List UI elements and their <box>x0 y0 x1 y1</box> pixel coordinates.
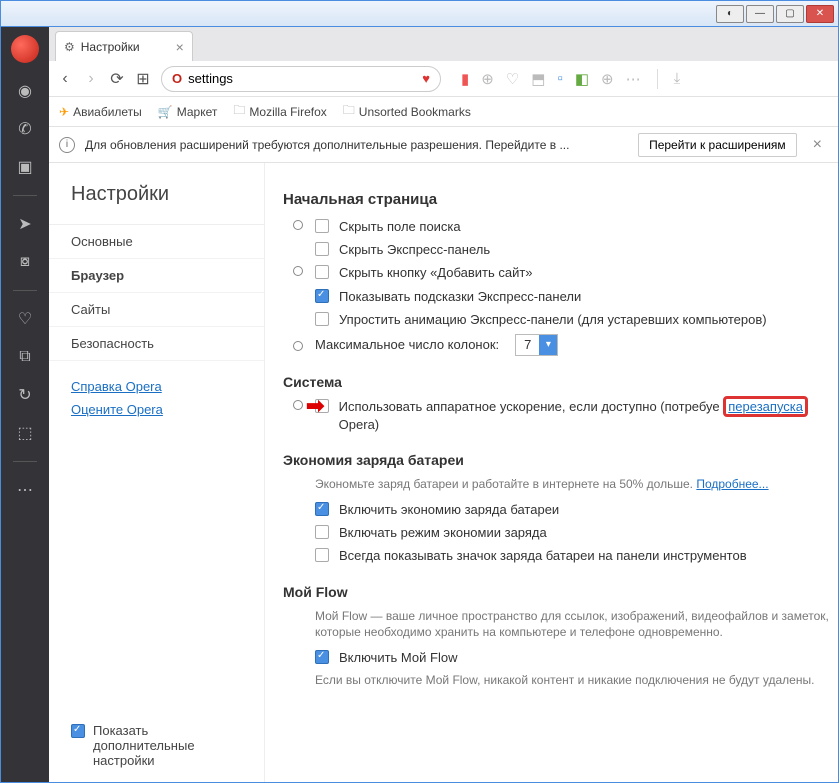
left-rail: ◉ ✆ ▣ ➤ ⧇ ♡ ⧉ ↻ ⬚ ⋯ <box>1 27 49 782</box>
help-link[interactable]: Справка Opera <box>71 379 242 394</box>
ext-icon-2[interactable]: ⊕ <box>481 70 494 88</box>
opera-o-icon: O <box>172 71 182 86</box>
goto-extensions-button[interactable]: Перейти к расширениям <box>638 133 797 157</box>
messenger-icon[interactable]: ◉ <box>15 81 35 101</box>
ext-icon-6[interactable]: ◧ <box>575 70 589 88</box>
camera-icon[interactable]: ⧇ <box>15 252 35 272</box>
toolbar-extensions: ▮ ⊕ ♡ ⬒ ▫ ◧ ⊕ ⋯ ⤓ <box>461 69 680 89</box>
address-input-wrapper[interactable]: O ♥ <box>161 66 441 92</box>
tab-settings[interactable]: ⚙ Настройки × <box>55 31 193 61</box>
info-icon: i <box>59 137 75 153</box>
address-input[interactable] <box>188 71 416 86</box>
extensions-icon[interactable]: ⬚ <box>15 423 35 443</box>
flow-desc: Мой Flow — ваше личное пространство для … <box>315 608 838 642</box>
folder-icon: 🗀 <box>233 101 245 122</box>
notice-close-icon[interactable]: × <box>807 136 828 154</box>
settings-content: Начальная страница Скрыть поле поиска Ск… <box>265 163 838 782</box>
chevron-down-icon: ▾ <box>539 335 557 355</box>
restart-highlight: перезапуска <box>723 396 808 417</box>
send-icon[interactable]: ➤ <box>15 214 35 234</box>
section-system-title: Система <box>283 374 838 390</box>
columns-select[interactable]: 7▾ <box>515 334 558 356</box>
section-flow-title: Мой Flow <box>283 584 838 600</box>
gear-icon: ⚙ <box>64 40 75 54</box>
checkbox-battery-mode[interactable] <box>315 525 329 539</box>
battery-desc: Экономьте заряд батареи и работайте в ин… <box>315 476 838 493</box>
vk-icon[interactable]: ▣ <box>15 157 35 177</box>
checkbox-hide-search[interactable] <box>315 219 329 233</box>
checkbox-battery-icon[interactable] <box>315 548 329 562</box>
settings-page-title: Настройки <box>49 183 264 224</box>
separator-icon <box>13 461 37 462</box>
settings-sidebar: Настройки Основные Браузер Сайты Безопас… <box>49 163 265 782</box>
bookmark-aviabilety[interactable]: ✈Авиабилеты <box>59 105 142 119</box>
nav-item-browser[interactable]: Браузер <box>49 259 264 293</box>
show-advanced-toggle[interactable]: Показать дополнительные настройки <box>49 709 264 782</box>
ext-icon-5[interactable]: ▫ <box>557 70 562 87</box>
window-opera-button[interactable]: ◐ <box>716 5 744 23</box>
bookmark-mozilla[interactable]: 🗀Mozilla Firefox <box>233 101 326 122</box>
tab-strip: ⚙ Настройки × <box>49 27 838 61</box>
whatsapp-icon[interactable]: ✆ <box>15 119 35 139</box>
ext-icon-4[interactable]: ⬒ <box>531 70 545 88</box>
separator-icon <box>657 69 658 89</box>
plane-icon: ✈ <box>59 105 69 119</box>
nav-item-security[interactable]: Безопасность <box>49 327 264 361</box>
checkbox-simplify-anim[interactable] <box>315 312 329 326</box>
hw-accel-label: Использовать аппаратное ускорение, если … <box>339 398 838 434</box>
tab-close-icon[interactable]: × <box>176 39 184 55</box>
nav-back-button[interactable]: ‹ <box>57 70 73 88</box>
checkbox-icon[interactable] <box>71 724 85 738</box>
checkbox-hide-speeddial[interactable] <box>315 242 329 256</box>
download-icon[interactable]: ⤓ <box>674 70 681 87</box>
checkbox-show-hints[interactable] <box>315 289 329 303</box>
notice-text: Для обновления расширений требуются допо… <box>85 138 628 152</box>
annotation-arrow-icon: ➡ <box>306 393 324 419</box>
bookmark-icon[interactable]: ♡ <box>15 309 35 329</box>
opera-logo-icon[interactable] <box>11 35 39 63</box>
restart-link[interactable]: перезапуска <box>728 399 803 414</box>
separator-icon <box>13 290 37 291</box>
nav-item-sites[interactable]: Сайты <box>49 293 264 327</box>
history-icon[interactable]: ↻ <box>15 385 35 405</box>
rate-link[interactable]: Оцените Opera <box>71 402 242 417</box>
reload-button[interactable]: ⟳ <box>109 69 125 89</box>
radio-icon[interactable] <box>293 341 303 351</box>
ext-menu-icon[interactable]: ⋯ <box>626 70 641 88</box>
ext-icon-1[interactable]: ▮ <box>461 70 469 88</box>
tab-title: Настройки <box>81 40 140 54</box>
news-icon[interactable]: ⧉ <box>15 347 35 367</box>
battery-more-link[interactable]: Подробнее... <box>696 477 768 491</box>
nav-forward-button[interactable]: › <box>83 70 99 88</box>
ext-icon-3[interactable]: ♡ <box>506 70 519 88</box>
cart-icon: 🛒 <box>158 105 173 119</box>
checkbox-flow-enable[interactable] <box>315 650 329 664</box>
window-minimize-button[interactable]: — <box>746 5 774 23</box>
checkbox-battery-enable[interactable] <box>315 502 329 516</box>
checkbox-hide-addsite[interactable] <box>315 265 329 279</box>
section-home-title: Начальная страница <box>283 191 838 208</box>
bookmark-unsorted[interactable]: 🗀Unsorted Bookmarks <box>343 101 471 122</box>
flow-note: Если вы отключите Мой Flow, никакой конт… <box>315 672 838 689</box>
address-bar: ‹ › ⟳ ⊞ O ♥ ▮ ⊕ ♡ ⬒ ▫ ◧ ⊕ ⋯ <box>49 61 838 97</box>
more-icon[interactable]: ⋯ <box>15 480 35 500</box>
heart-icon[interactable]: ♥ <box>422 71 430 86</box>
bookmark-market[interactable]: 🛒Маркет <box>158 105 218 119</box>
extension-notice-bar: i Для обновления расширений требуются до… <box>49 127 838 163</box>
window-maximize-button[interactable]: ▢ <box>776 5 804 23</box>
window-titlebar: ◐ — ▢ ✕ <box>1 1 838 27</box>
bookmarks-bar: ✈Авиабилеты 🛒Маркет 🗀Mozilla Firefox 🗀Un… <box>49 97 838 127</box>
section-battery-title: Экономия заряда батареи <box>283 452 838 468</box>
radio-icon[interactable] <box>293 400 303 410</box>
max-columns-label: Максимальное число колонок: <box>315 337 499 352</box>
radio-icon[interactable] <box>293 266 303 276</box>
radio-icon[interactable] <box>293 220 303 230</box>
folder-icon: 🗀 <box>343 101 355 122</box>
window-close-button[interactable]: ✕ <box>806 5 834 23</box>
ext-icon-7[interactable]: ⊕ <box>601 70 614 88</box>
nav-item-basic[interactable]: Основные <box>49 225 264 259</box>
separator-icon <box>13 195 37 196</box>
advanced-label: Показать дополнительные настройки <box>93 723 242 768</box>
speeddial-button[interactable]: ⊞ <box>135 69 151 89</box>
